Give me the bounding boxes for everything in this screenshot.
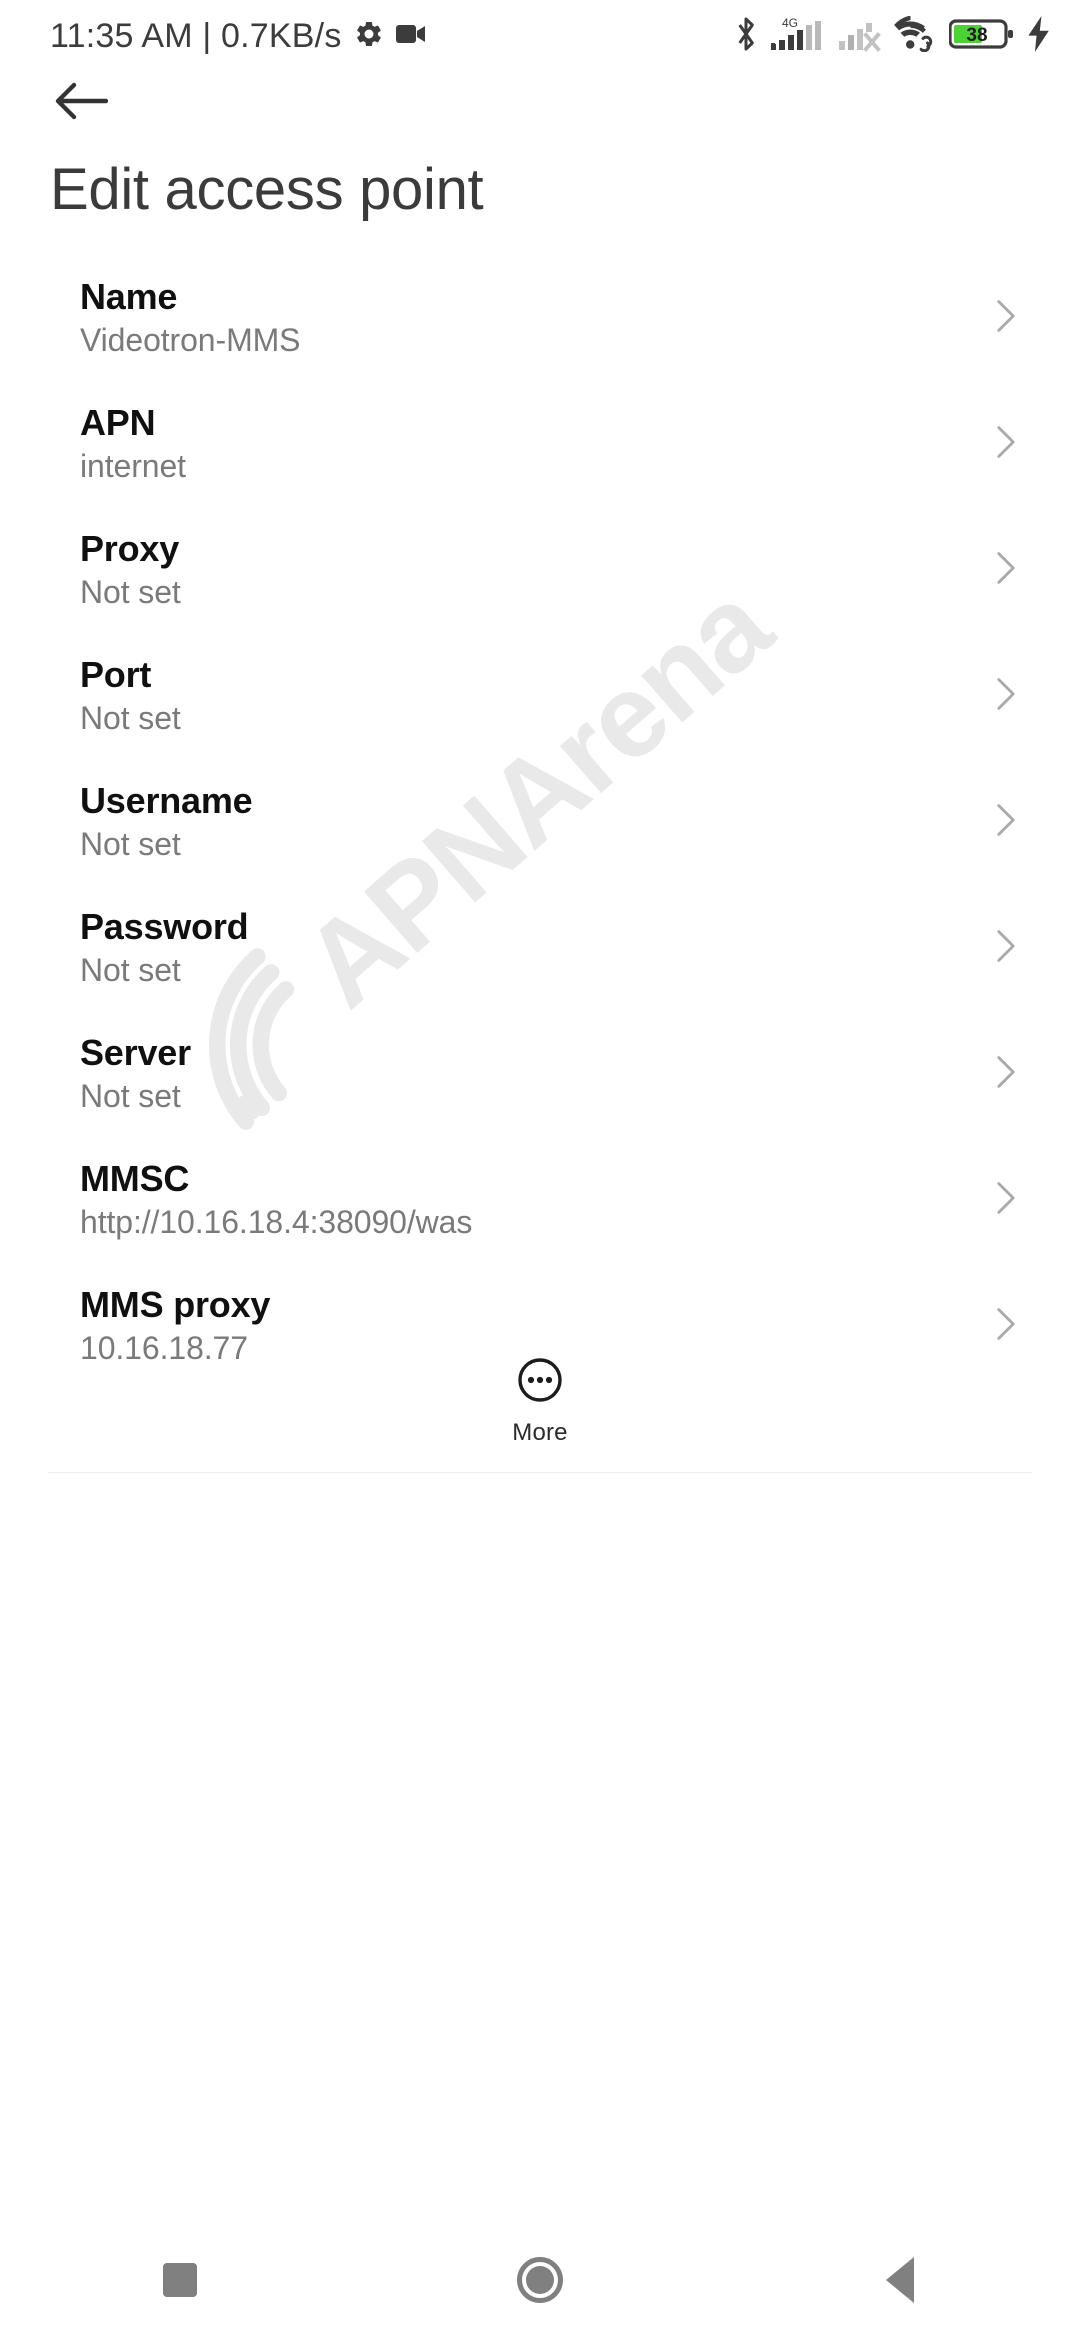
row-value: http://10.16.18.4:38090/was <box>80 1204 473 1240</box>
chevron-right-icon <box>990 802 1022 838</box>
more-label: More <box>512 1419 568 1446</box>
recents-button[interactable] <box>0 2263 360 2297</box>
nav-back-button[interactable] <box>720 2257 1080 2303</box>
access-point-fields-list: Name Videotron-MMS APN internet Proxy No… <box>0 258 1080 1392</box>
row-title: MMS proxy <box>80 1284 271 1325</box>
row-value: Not set <box>80 826 181 862</box>
row-value: Not set <box>80 952 181 988</box>
camcorder-icon <box>395 22 428 51</box>
row-username[interactable]: Username Not set <box>0 762 1080 888</box>
chevron-right-icon <box>990 928 1022 964</box>
row-proxy[interactable]: Proxy Not set <box>0 510 1080 636</box>
back-arrow-icon <box>54 79 109 128</box>
row-port[interactable]: Port Not set <box>0 636 1080 762</box>
page-title: Edit access point <box>50 157 484 222</box>
charging-bolt-icon <box>1026 15 1052 57</box>
wifi-icon <box>894 15 938 57</box>
signal-bars-no-service-icon <box>839 14 883 59</box>
status-bar-right: 4G 38 <box>733 14 1052 59</box>
signal-bars-4g-icon: 4G <box>770 14 828 59</box>
more-dots-circle-icon <box>516 1356 564 1409</box>
row-title: Name <box>80 276 178 317</box>
row-password[interactable]: Password Not set <box>0 888 1080 1014</box>
row-title: MMSC <box>80 1158 190 1199</box>
more-button[interactable]: More <box>0 1356 1080 1447</box>
back-button[interactable] <box>46 68 116 138</box>
row-title: Port <box>80 654 152 695</box>
status-bar: 11:35 AM | 0.7KB/s 4G 38 <box>0 0 1080 72</box>
status-bar-left: 11:35 AM | 0.7KB/s <box>50 17 428 56</box>
battery-icon: 38 <box>948 16 1015 57</box>
back-triangle-icon <box>886 2257 914 2303</box>
row-value: internet <box>80 448 186 484</box>
row-apn[interactable]: APN internet <box>0 384 1080 510</box>
row-name[interactable]: Name Videotron-MMS <box>0 258 1080 384</box>
row-value: Not set <box>80 574 181 610</box>
chevron-right-icon <box>990 550 1022 586</box>
chevron-right-icon <box>990 1054 1022 1090</box>
row-value: Not set <box>80 1078 181 1114</box>
system-navigation-bar <box>0 2220 1080 2340</box>
row-title: Password <box>80 906 249 947</box>
row-mmsc[interactable]: MMSC http://10.16.18.4:38090/was <box>0 1140 1080 1266</box>
chevron-right-icon <box>990 424 1022 460</box>
row-server[interactable]: Server Not set <box>0 1014 1080 1140</box>
row-title: Proxy <box>80 528 180 569</box>
battery-level-text: 38 <box>966 25 987 46</box>
row-value: Not set <box>80 700 181 736</box>
home-circle-icon <box>517 2257 563 2303</box>
home-button[interactable] <box>360 2257 720 2303</box>
svg-text:4G: 4G <box>782 16 798 30</box>
chevron-right-icon <box>990 1180 1022 1216</box>
recents-square-icon <box>163 2263 197 2297</box>
row-title: APN <box>80 402 156 443</box>
gear-icon <box>354 19 384 54</box>
status-clock-and-datarate: 11:35 AM | 0.7KB/s <box>50 16 342 55</box>
chevron-right-icon <box>990 1306 1022 1342</box>
chevron-right-icon <box>990 298 1022 334</box>
bluetooth-icon <box>733 15 759 58</box>
bottom-divider <box>48 1472 1032 1473</box>
row-title: Server <box>80 1032 191 1073</box>
chevron-right-icon <box>990 676 1022 712</box>
row-title: Username <box>80 780 253 821</box>
row-value: Videotron-MMS <box>80 322 301 358</box>
